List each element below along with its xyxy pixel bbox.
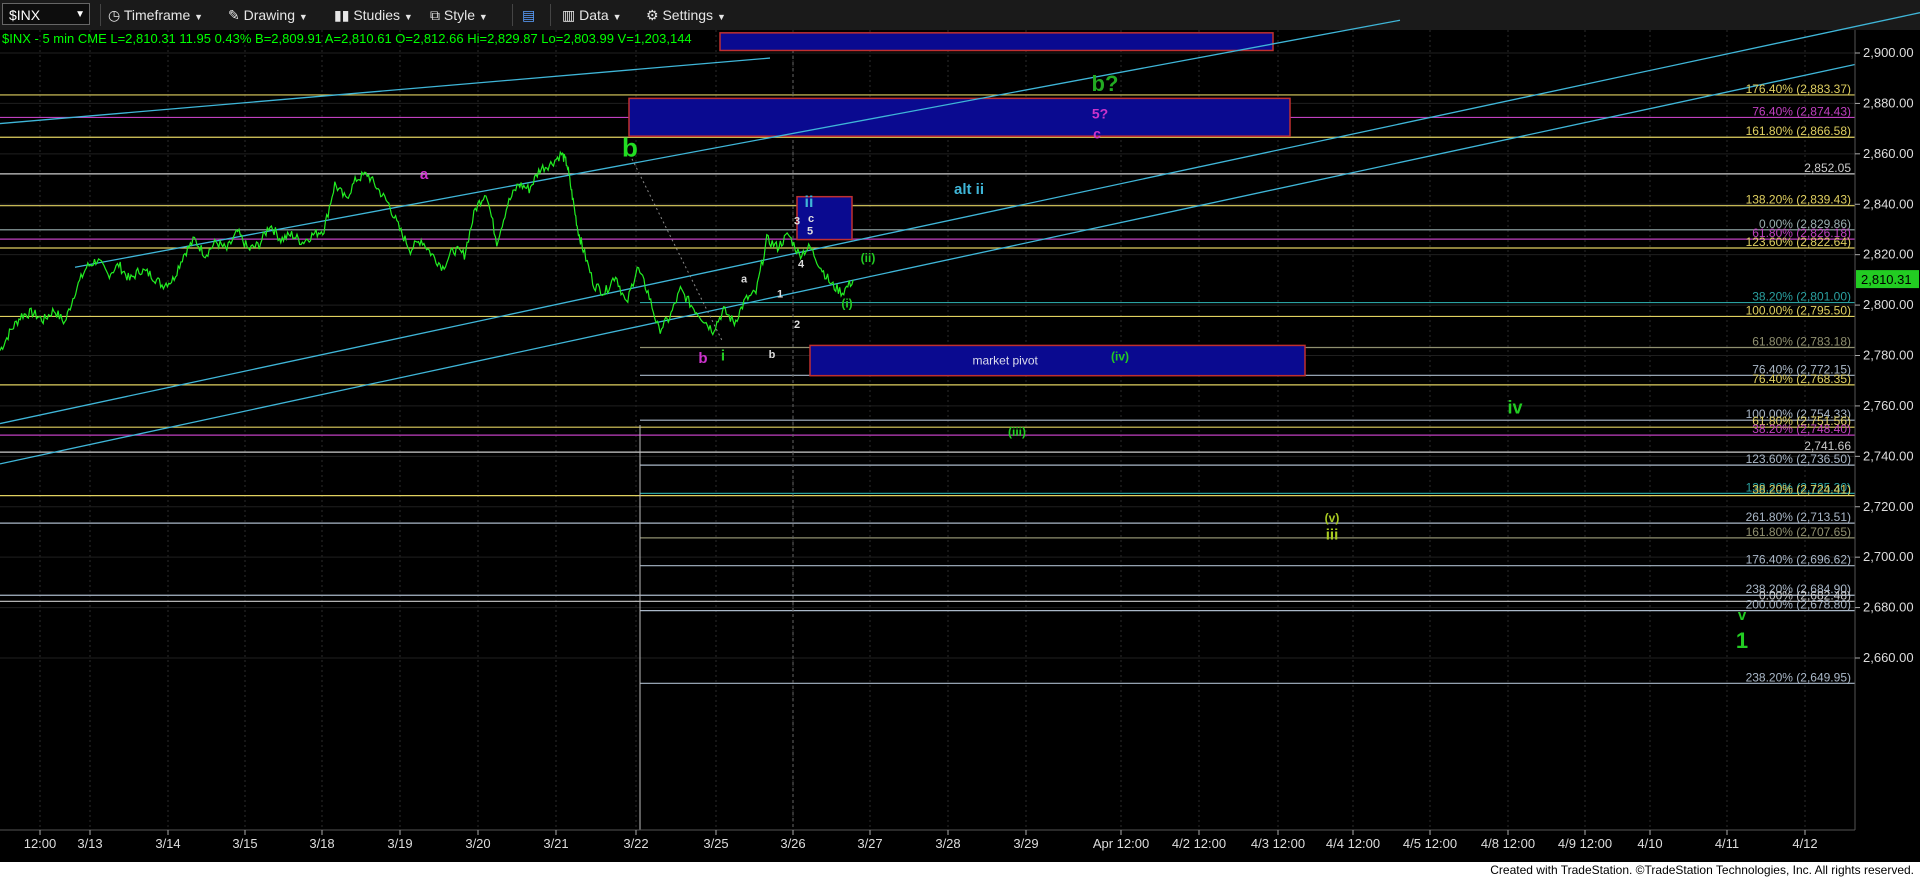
wave-label: (iv) (1111, 350, 1129, 364)
footer: Created with TradeStation. ©TradeStation… (0, 862, 1920, 878)
price-chart[interactable]: market pivot 2,852.05 176.40% (2,883.37) 76… (0, 0, 1920, 862)
x-tick-label: 4/2 12:00 (1172, 836, 1226, 851)
wave-label: iii (1326, 527, 1339, 544)
y-tick-label: 2,900.00 (1863, 45, 1914, 60)
symbol-info-line: $INX - 5 min CME L=2,810.31 11.95 0.43% … (2, 31, 692, 46)
level-label: 123.60% (2,736.50) (1746, 452, 1851, 466)
x-tick-label: 4/10 (1637, 836, 1662, 851)
x-tick-label: 3/18 (309, 836, 334, 851)
x-tick-label: 3/15 (232, 836, 257, 851)
x-tick-label: 4/5 12:00 (1403, 836, 1457, 851)
level-label: 38.20% (2,748.40) (1752, 422, 1851, 436)
level-label: 176.40% (2,883.37) (1746, 82, 1851, 96)
x-tick-label: 3/14 (155, 836, 180, 851)
wave-label: 1 (1736, 628, 1748, 653)
y-tick-label: 2,860.00 (1863, 146, 1914, 161)
wave-label: 4 (798, 258, 805, 270)
wave-label: (iii) (1008, 425, 1026, 439)
footer-credit: Created with TradeStation. ©TradeStation… (1490, 863, 1914, 877)
level-label: 161.80% (2,707.65) (1746, 525, 1851, 539)
wave-label: b (769, 349, 776, 361)
wave-label: 1 (777, 289, 783, 301)
x-tick-label: 3/28 (935, 836, 960, 851)
y-tick-label: 2,800.00 (1863, 297, 1914, 312)
wave-label: iv (1507, 397, 1522, 417)
y-tick-label: 2,660.00 (1863, 650, 1914, 665)
x-tick-label: 3/20 (465, 836, 490, 851)
level-label: 61.80% (2,783.18) (1752, 334, 1851, 348)
target-box (809, 344, 1306, 377)
level-label: 138.20% (2,839.43) (1746, 193, 1851, 207)
wave-label: b (698, 350, 707, 367)
y-tick-label: 2,700.00 (1863, 549, 1914, 564)
level-label: 38.20% (2,724.41) (1752, 483, 1851, 497)
x-tick-label: 3/26 (780, 836, 805, 851)
y-tick-label: 2,840.00 (1863, 196, 1914, 211)
x-tick-label: 3/13 (77, 836, 102, 851)
wave-label: c (1093, 126, 1101, 142)
wave-label: 5 (807, 226, 813, 238)
wave-label: b (622, 132, 638, 162)
y-tick-label: 2,720.00 (1863, 499, 1914, 514)
y-tick-label: 2,680.00 (1863, 600, 1914, 615)
wave-label: a (420, 166, 429, 183)
wave-label: a (741, 273, 748, 285)
level-label: 200.00% (2,678.80) (1746, 598, 1851, 612)
level-label: 161.80% (2,866.58) (1746, 124, 1851, 138)
wave-label: 2 (794, 319, 800, 331)
wave-label: (v) (1325, 511, 1340, 525)
y-tick-label: 2,880.00 (1863, 95, 1914, 110)
last-price-label: 2,810.31 (1861, 272, 1912, 287)
wave-label: i (721, 348, 725, 365)
x-tick-label: 3/27 (857, 836, 882, 851)
y-tick-label: 2,780.00 (1863, 348, 1914, 363)
x-tick-label: Apr 12:00 (1093, 836, 1149, 851)
x-tick-label: 4/11 (1715, 836, 1739, 851)
x-tick-label: 4/12 (1792, 836, 1817, 851)
y-tick-label: 2,740.00 (1863, 448, 1914, 463)
x-tick-label: 3/22 (623, 836, 648, 851)
y-tick-label: 2,820.00 (1863, 247, 1914, 262)
wave-label: (i) (841, 297, 852, 311)
level-label: 123.60% (2,822.64) (1746, 235, 1851, 249)
market-pivot-label: market pivot (973, 354, 1039, 368)
x-tick-label: 3/29 (1013, 836, 1038, 851)
level-label: 100.00% (2,795.50) (1746, 303, 1851, 317)
x-tick-label: 12:00 (24, 836, 57, 851)
wave-label: 3 (794, 215, 800, 227)
target-box (719, 32, 1274, 52)
level-label: 261.80% (2,713.51) (1746, 510, 1851, 524)
x-tick-label: 4/8 12:00 (1481, 836, 1535, 851)
wave-label: 5? (1092, 106, 1108, 122)
level-label: 76.40% (2,768.35) (1752, 372, 1851, 386)
level-label: 176.40% (2,696.62) (1746, 553, 1851, 567)
x-tick-label: 3/19 (387, 836, 412, 851)
level-label: 38.20% (2,801.00) (1752, 290, 1851, 304)
plot-background (0, 30, 1920, 830)
x-tick-label: 3/25 (703, 836, 728, 851)
wave-label: c (808, 213, 814, 225)
wave-label: b? (1092, 71, 1119, 96)
x-tick-label: 4/3 12:00 (1251, 836, 1305, 851)
wave-label: v (1738, 607, 1747, 624)
wave-label: ii (805, 194, 814, 211)
wave-label: (ii) (861, 251, 876, 265)
level-label: 2,741.66 (1804, 439, 1851, 453)
target-box (628, 97, 1291, 137)
x-tick-label: 4/4 12:00 (1326, 836, 1380, 851)
level-label: 238.20% (2,649.95) (1746, 670, 1851, 684)
wave-label: alt ii (954, 181, 984, 198)
x-tick-label: 3/21 (543, 836, 568, 851)
y-tick-label: 2,760.00 (1863, 398, 1914, 413)
level-label: 2,852.05 (1804, 161, 1851, 175)
x-tick-label: 4/9 12:00 (1558, 836, 1612, 851)
level-label: 76.40% (2,874.43) (1752, 104, 1851, 118)
